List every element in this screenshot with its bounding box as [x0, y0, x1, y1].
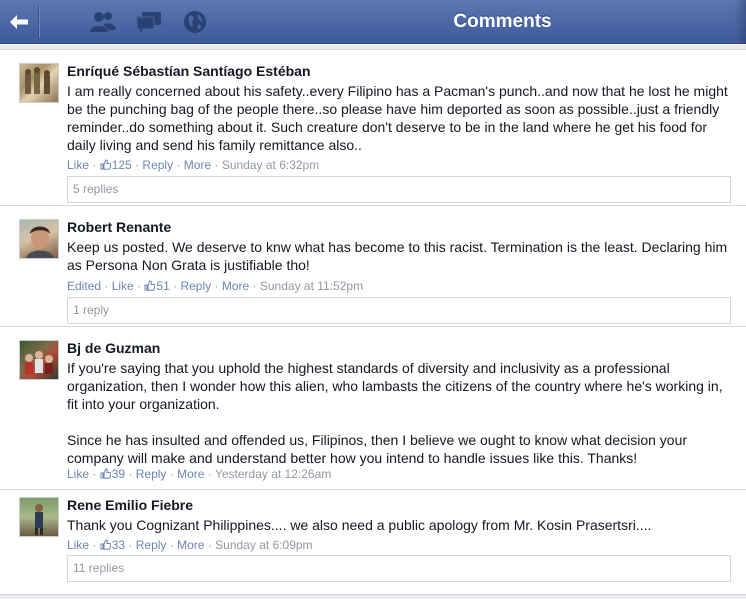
comment-author[interactable]: Bj de Guzman: [67, 340, 160, 356]
comment-item: Bj de Guzman If you're saying that you u…: [0, 327, 746, 490]
comment-text: If you're saying that you uphold the hig…: [67, 360, 723, 466]
more-link[interactable]: More: [177, 538, 204, 552]
like-count[interactable]: 39: [100, 467, 125, 481]
thumbs-up-icon: [100, 159, 111, 170]
header-shade: [734, 0, 746, 44]
comment-meta: Like · 33 · Reply · More · Sunday at 6:0…: [67, 538, 313, 552]
reply-link[interactable]: Reply: [136, 467, 167, 481]
more-link[interactable]: More: [184, 158, 211, 172]
like-count[interactable]: 51: [144, 279, 170, 293]
comment-time: Sunday at 11:52pm: [259, 279, 364, 293]
reply-link[interactable]: Reply: [180, 279, 211, 293]
comment-author[interactable]: Enríqué Sébastían Santíago Estéban: [67, 63, 311, 79]
page-title: Comments: [453, 11, 552, 32]
comment-author[interactable]: Robert Renante: [67, 219, 171, 235]
comment-meta: Like · 125 · Reply · More · Sunday at 6:…: [67, 158, 320, 172]
view-replies-button[interactable]: 5 replies: [67, 176, 731, 203]
reply-link[interactable]: Reply: [142, 158, 173, 172]
list-bottom-strip: [0, 594, 746, 599]
like-link[interactable]: Like: [67, 467, 89, 481]
friends-icon[interactable]: [88, 8, 118, 36]
comment-item: Enríqué Sébastían Santíago Estéban I am …: [0, 50, 746, 206]
thumbs-up-icon: [100, 468, 111, 479]
edited-link[interactable]: Edited: [67, 279, 101, 293]
back-button[interactable]: [0, 0, 38, 44]
avatar[interactable]: [19, 497, 59, 537]
avatar[interactable]: [19, 63, 59, 103]
avatar[interactable]: [19, 340, 59, 380]
thumbs-up-icon: [144, 280, 156, 291]
like-link[interactable]: Like: [67, 538, 89, 552]
thumbs-up-icon: [100, 539, 111, 550]
comment-item: Rene Emilio Fiebre Thank you Cognizant P…: [0, 490, 746, 594]
view-replies-button[interactable]: 11 replies: [67, 555, 731, 582]
globe-icon[interactable]: [180, 8, 210, 36]
more-link[interactable]: More: [222, 279, 249, 293]
comment-list: Enríqué Sébastían Santíago Estéban I am …: [0, 45, 746, 594]
like-link[interactable]: Like: [112, 279, 134, 293]
comment-text: Keep us posted. We deserve to knw what h…: [67, 239, 728, 273]
comment-item: Robert Renante Keep us posted. We deserv…: [0, 206, 746, 327]
reply-link[interactable]: Reply: [136, 538, 167, 552]
comment-author[interactable]: Rene Emilio Fiebre: [67, 497, 193, 513]
comment-text: I am really concerned about his safety..…: [67, 83, 728, 153]
like-count[interactable]: 125: [100, 158, 132, 172]
comment-time: Sunday at 6:09pm: [215, 538, 313, 552]
comment-text: Thank you Cognizant Philippines.... we a…: [67, 517, 652, 533]
comment-time: Yesterday at 12:26am: [214, 467, 332, 481]
like-link[interactable]: Like: [67, 158, 89, 172]
header-divider: [38, 6, 39, 38]
comment-meta: Like · 39 · Reply · More · Yesterday at …: [67, 467, 332, 481]
like-count[interactable]: 33: [100, 538, 125, 552]
comment-meta: Edited · Like · 51 · Reply · More · Sund…: [67, 279, 364, 293]
more-link[interactable]: More: [177, 467, 204, 481]
comment-time: Sunday at 6:32pm: [221, 158, 320, 172]
avatar[interactable]: [19, 219, 59, 259]
back-arrow-icon: [10, 15, 28, 29]
view-replies-button[interactable]: 1 reply: [67, 297, 731, 324]
messages-icon[interactable]: [134, 8, 164, 36]
top-bar: Comments: [0, 0, 746, 44]
